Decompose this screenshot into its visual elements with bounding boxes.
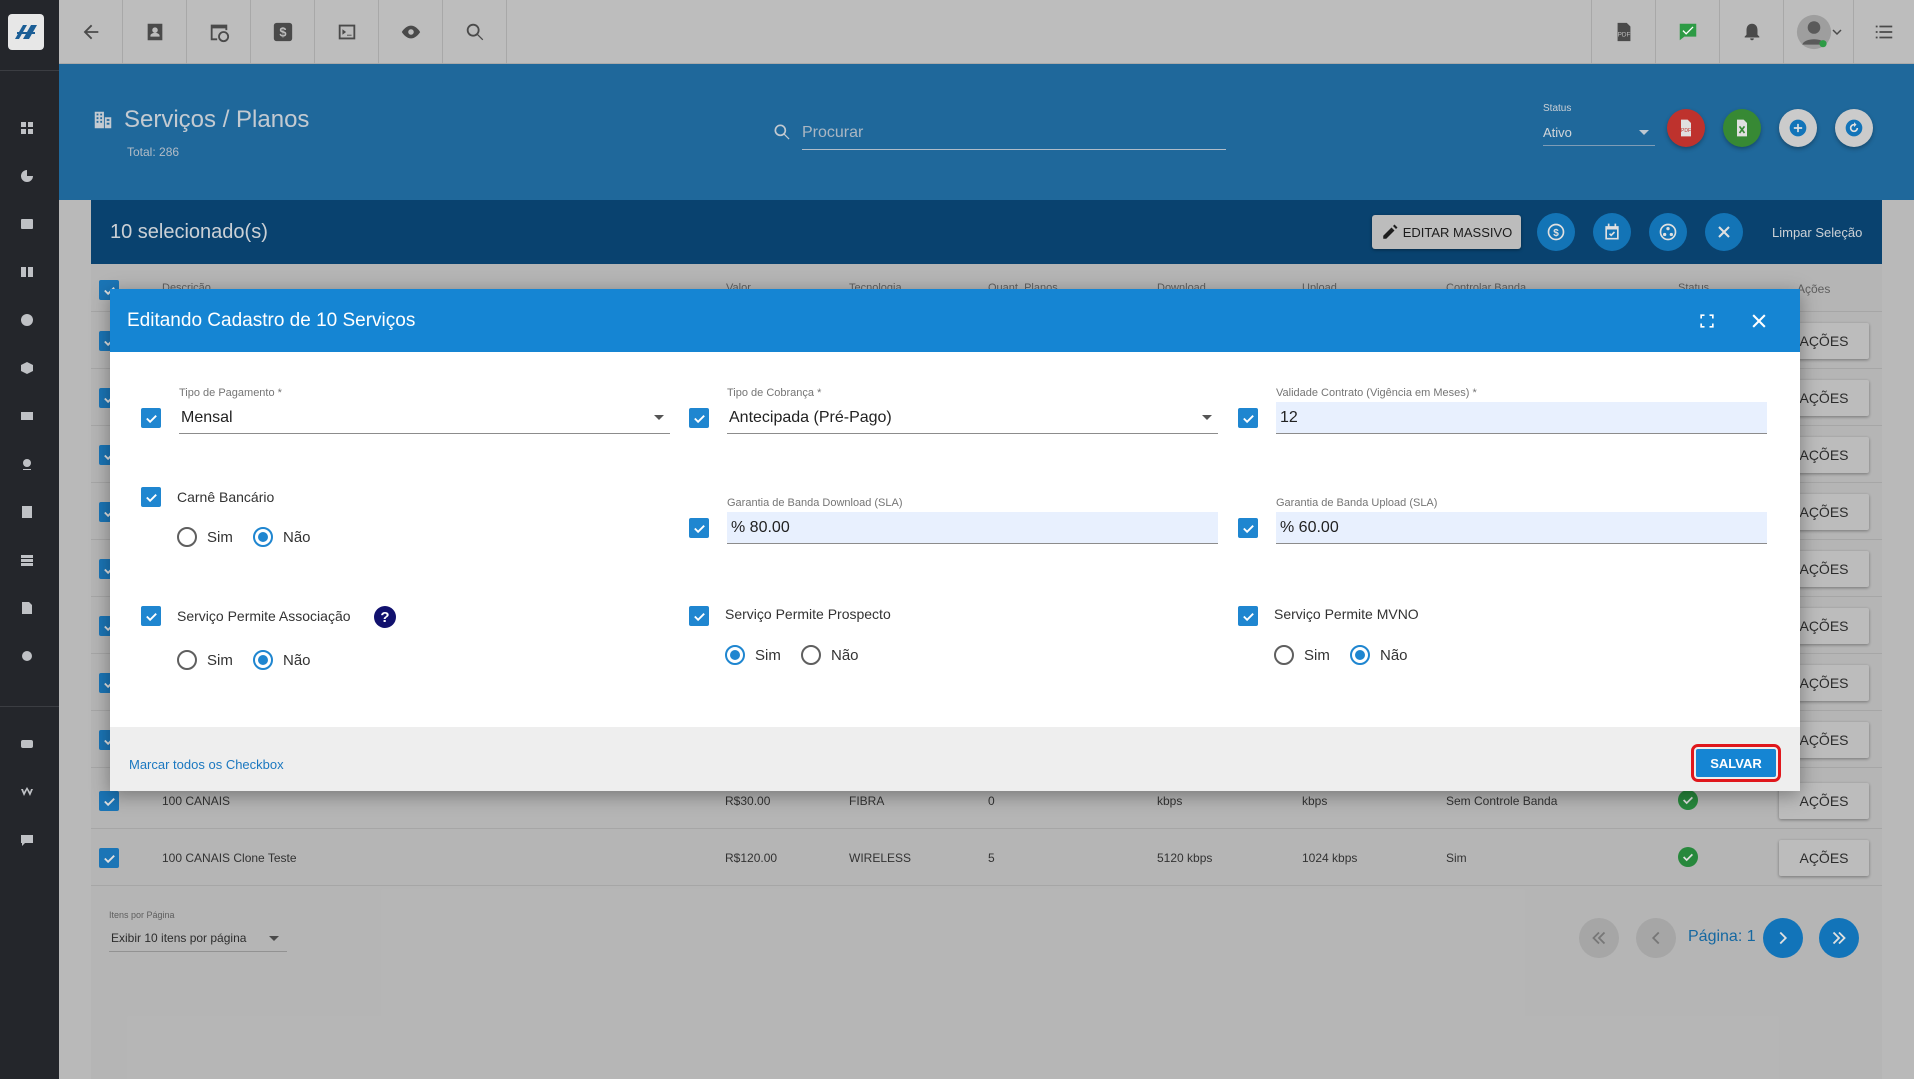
sidebar-divider <box>0 70 59 71</box>
chart-pie-icon[interactable] <box>19 168 35 184</box>
tipo-pagamento-value: Mensal <box>181 409 233 426</box>
prospecto-radio-sim[interactable]: Sim <box>725 645 781 665</box>
svg-text:$: $ <box>279 25 286 40</box>
associacao-radio-nao[interactable]: Não <box>253 650 311 670</box>
tipo-cobranca-select[interactable]: Antecipada (Pré-Pago) <box>727 402 1218 434</box>
back-arrow-icon[interactable] <box>59 0 123 64</box>
sidebar-divider <box>0 706 59 707</box>
checkbox-mvno[interactable] <box>1238 606 1258 626</box>
checkbox-tipo-pagamento[interactable] <box>141 408 161 428</box>
radio-sim-label: Sim <box>207 528 233 546</box>
search-icon[interactable] <box>443 0 507 64</box>
app-logo[interactable] <box>8 14 44 50</box>
eye-icon[interactable] <box>379 0 443 64</box>
garantia-download-label: Garantia de Banda Download (SLA) <box>727 497 903 509</box>
modal-title: Editando Cadastro de 10 Serviços <box>127 310 416 331</box>
chat-check-icon[interactable] <box>1655 0 1719 64</box>
radio-checked-icon <box>253 527 273 547</box>
mvno-label: Serviço Permite MVNO <box>1274 606 1419 622</box>
tipo-cobranca-value: Antecipada (Pré-Pago) <box>729 409 892 426</box>
associacao-label: Serviço Permite Associação <box>177 608 351 624</box>
chevron-down-icon <box>654 415 664 420</box>
svg-text:PDF: PDF <box>1617 32 1630 39</box>
carne-label: Carnê Bancário <box>177 489 275 505</box>
modal-header: Editando Cadastro de 10 Serviços <box>110 289 1800 352</box>
bell-icon[interactable] <box>1719 0 1783 64</box>
dollar-icon[interactable]: $ <box>251 0 315 64</box>
radio-unchecked-icon <box>177 527 197 547</box>
prospecto-radio-nao[interactable]: Não <box>801 645 859 665</box>
clock-calendar-icon[interactable] <box>19 312 35 328</box>
prospecto-label: Serviço Permite Prospecto <box>725 606 891 622</box>
fullscreen-icon <box>1700 314 1714 328</box>
carne-radio-sim[interactable]: Sim <box>177 527 233 547</box>
carne-radio-nao[interactable]: Não <box>253 527 311 547</box>
checkbox-garantia-upload[interactable] <box>1238 518 1258 538</box>
tipo-cobranca-label: Tipo de Cobrança * <box>727 387 822 399</box>
gear-icon[interactable] <box>19 648 35 664</box>
modal-close-button[interactable] <box>1748 310 1770 332</box>
tipo-pagamento-label: Tipo de Pagamento * <box>179 387 282 399</box>
box-icon[interactable] <box>19 360 35 376</box>
checkbox-prospecto[interactable] <box>689 606 709 626</box>
save-button[interactable]: SALVAR <box>1691 744 1781 782</box>
radio-sim-label: Sim <box>1304 646 1330 664</box>
garantia-upload-label: Garantia de Banda Upload (SLA) <box>1276 497 1438 509</box>
radio-checked-icon <box>1350 645 1370 665</box>
clock-calendar-icon[interactable] <box>187 0 251 64</box>
chevron-down-icon <box>1202 415 1212 420</box>
top-toolbar: $ PDF <box>59 0 1914 64</box>
checkbox-tipo-cobranca[interactable] <box>689 408 709 428</box>
document-icon[interactable] <box>19 600 35 616</box>
radio-checked-icon <box>725 645 745 665</box>
left-sidebar <box>0 0 59 1079</box>
pdf-icon[interactable]: PDF <box>1591 0 1655 64</box>
validade-input[interactable]: 12 <box>1276 402 1767 434</box>
close-icon <box>1752 314 1766 328</box>
tipo-pagamento-select[interactable]: Mensal <box>179 402 670 434</box>
associacao-radio-sim[interactable]: Sim <box>177 650 233 670</box>
user-avatar[interactable] <box>1783 0 1853 64</box>
checkbox-carne[interactable] <box>141 487 161 507</box>
dashboard-icon[interactable] <box>19 120 35 136</box>
radio-nao-label: Não <box>1380 646 1408 664</box>
list-menu-icon[interactable] <box>1853 0 1914 64</box>
radio-nao-label: Não <box>283 651 311 669</box>
help-icon[interactable]: ? <box>374 606 396 628</box>
radio-unchecked-icon <box>1274 645 1294 665</box>
checkbox-garantia-download[interactable] <box>689 518 709 538</box>
mvno-radio-nao[interactable]: Não <box>1350 645 1408 665</box>
message-icon[interactable] <box>19 832 35 848</box>
modal-footer: Marcar todos os Checkbox SALVAR <box>110 727 1800 791</box>
book-icon[interactable] <box>19 264 35 280</box>
garantia-upload-input[interactable]: % 60.00 <box>1276 512 1767 544</box>
terminal-icon[interactable] <box>315 0 379 64</box>
video-icon[interactable] <box>19 736 35 752</box>
logo-mark-icon <box>15 25 37 39</box>
fullscreen-button[interactable] <box>1696 310 1718 332</box>
radio-sim-label: Sim <box>755 646 781 664</box>
server-icon[interactable] <box>19 552 35 568</box>
wordpress-icon[interactable] <box>19 784 35 800</box>
radio-unchecked-icon <box>801 645 821 665</box>
location-pin-icon[interactable] <box>19 456 35 472</box>
contact-card-icon[interactable] <box>19 216 35 232</box>
mvno-radio-sim[interactable]: Sim <box>1274 645 1330 665</box>
radio-checked-icon <box>253 650 273 670</box>
radio-nao-label: Não <box>831 646 859 664</box>
check-all-link[interactable]: Marcar todos os Checkbox <box>129 757 284 772</box>
validade-label: Validade Contrato (Vigência em Meses) * <box>1276 387 1477 399</box>
bulk-edit-modal: Editando Cadastro de 10 Serviços Tipo de… <box>110 289 1800 791</box>
radio-unchecked-icon <box>177 650 197 670</box>
radio-sim-label: Sim <box>207 651 233 669</box>
money-icon[interactable] <box>19 408 35 424</box>
contact-card-icon[interactable] <box>123 0 187 64</box>
checkbox-validade[interactable] <box>1238 408 1258 428</box>
radio-nao-label: Não <box>283 528 311 546</box>
checkbox-associacao[interactable] <box>141 606 161 626</box>
list-icon[interactable] <box>19 504 35 520</box>
garantia-download-input[interactable]: % 80.00 <box>727 512 1218 544</box>
